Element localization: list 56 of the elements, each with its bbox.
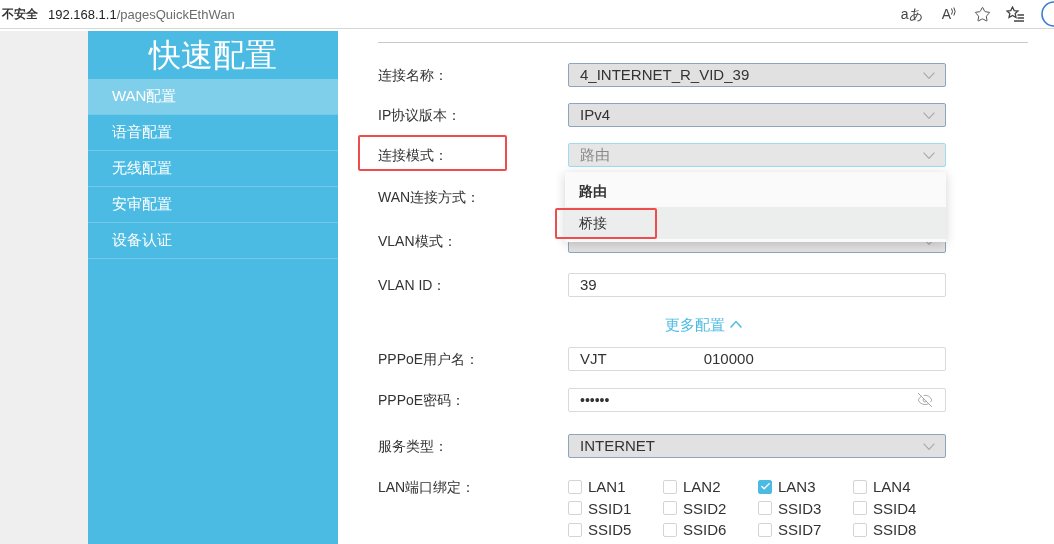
dropdown-option[interactable]: 路由 [565,175,946,207]
checkbox[interactable] [853,479,867,494]
checkbox-label: SSID7 [778,522,822,538]
address-bar[interactable]: 192.168.1.1/pagesQuickEthWan [48,7,235,21]
eye-slash-icon[interactable] [917,392,933,408]
password-input[interactable]: •••••• [568,388,946,412]
dropdown-option[interactable]: 桥接 [565,207,946,239]
checkbox-label: SSID4 [873,500,917,516]
checkbox[interactable] [853,522,867,537]
checkbox-label: LAN4 [873,479,911,495]
select-field[interactable]: IPv4 [568,103,946,127]
select-field[interactable]: INTERNET [568,434,946,458]
field-label: PPPoE用户名： [378,351,480,367]
field-label: PPPoE密码： [378,392,466,408]
read-aloud-button[interactable]: A [939,7,959,21]
checkbox-label: LAN1 [588,479,626,495]
checkbox[interactable] [663,479,677,494]
text-input[interactable]: 39 [568,273,946,297]
checkbox-label: LAN3 [778,479,816,495]
select-field[interactable]: 4_INTERNET_R_VID_39 [568,63,946,87]
chevron-down-icon [923,442,935,450]
favorites-icon[interactable] [1006,6,1025,22]
field-label: IP协议版本： [378,107,462,123]
field-label: LAN端口绑定： [378,479,476,495]
checkbox-label: SSID6 [683,522,727,538]
sidebar-title: 快速配置 [149,39,277,71]
chevron-down-icon [923,71,935,79]
star-icon[interactable] [974,5,991,23]
checkbox[interactable] [853,501,867,516]
security-label[interactable]: 不安全 [2,8,38,20]
checkbox[interactable] [568,501,582,516]
field-label: WAN连接方式： [378,189,481,205]
checkbox[interactable] [758,522,772,537]
checkbox[interactable] [568,479,582,494]
checkbox[interactable] [758,479,772,494]
translate-button[interactable]: aあ [898,7,925,21]
checkbox-label: SSID5 [588,522,632,538]
field-label: 服务类型： [378,438,448,454]
field-label: VLAN ID： [378,277,447,293]
chevron-down-icon [923,151,935,159]
field-label: VLAN模式： [378,233,457,249]
text-input[interactable]: VJT 010000 [568,347,946,371]
checkbox[interactable] [663,501,677,516]
chevron-down-icon [923,111,935,119]
checkbox-label: LAN2 [683,479,721,495]
checkbox[interactable] [663,522,677,537]
sound-waves-icon [951,7,957,16]
checkbox[interactable] [758,501,772,516]
checkbox-label: SSID8 [873,522,917,538]
field-label: 连接模式： [378,147,448,163]
checkbox-label: SSID1 [588,500,632,516]
field-label: 连接名称： [378,67,448,83]
checkbox-label: SSID2 [683,500,727,516]
checkbox-label: SSID3 [778,500,822,516]
profile-avatar-icon[interactable] [1040,1,1054,27]
checkbox[interactable] [568,522,582,537]
